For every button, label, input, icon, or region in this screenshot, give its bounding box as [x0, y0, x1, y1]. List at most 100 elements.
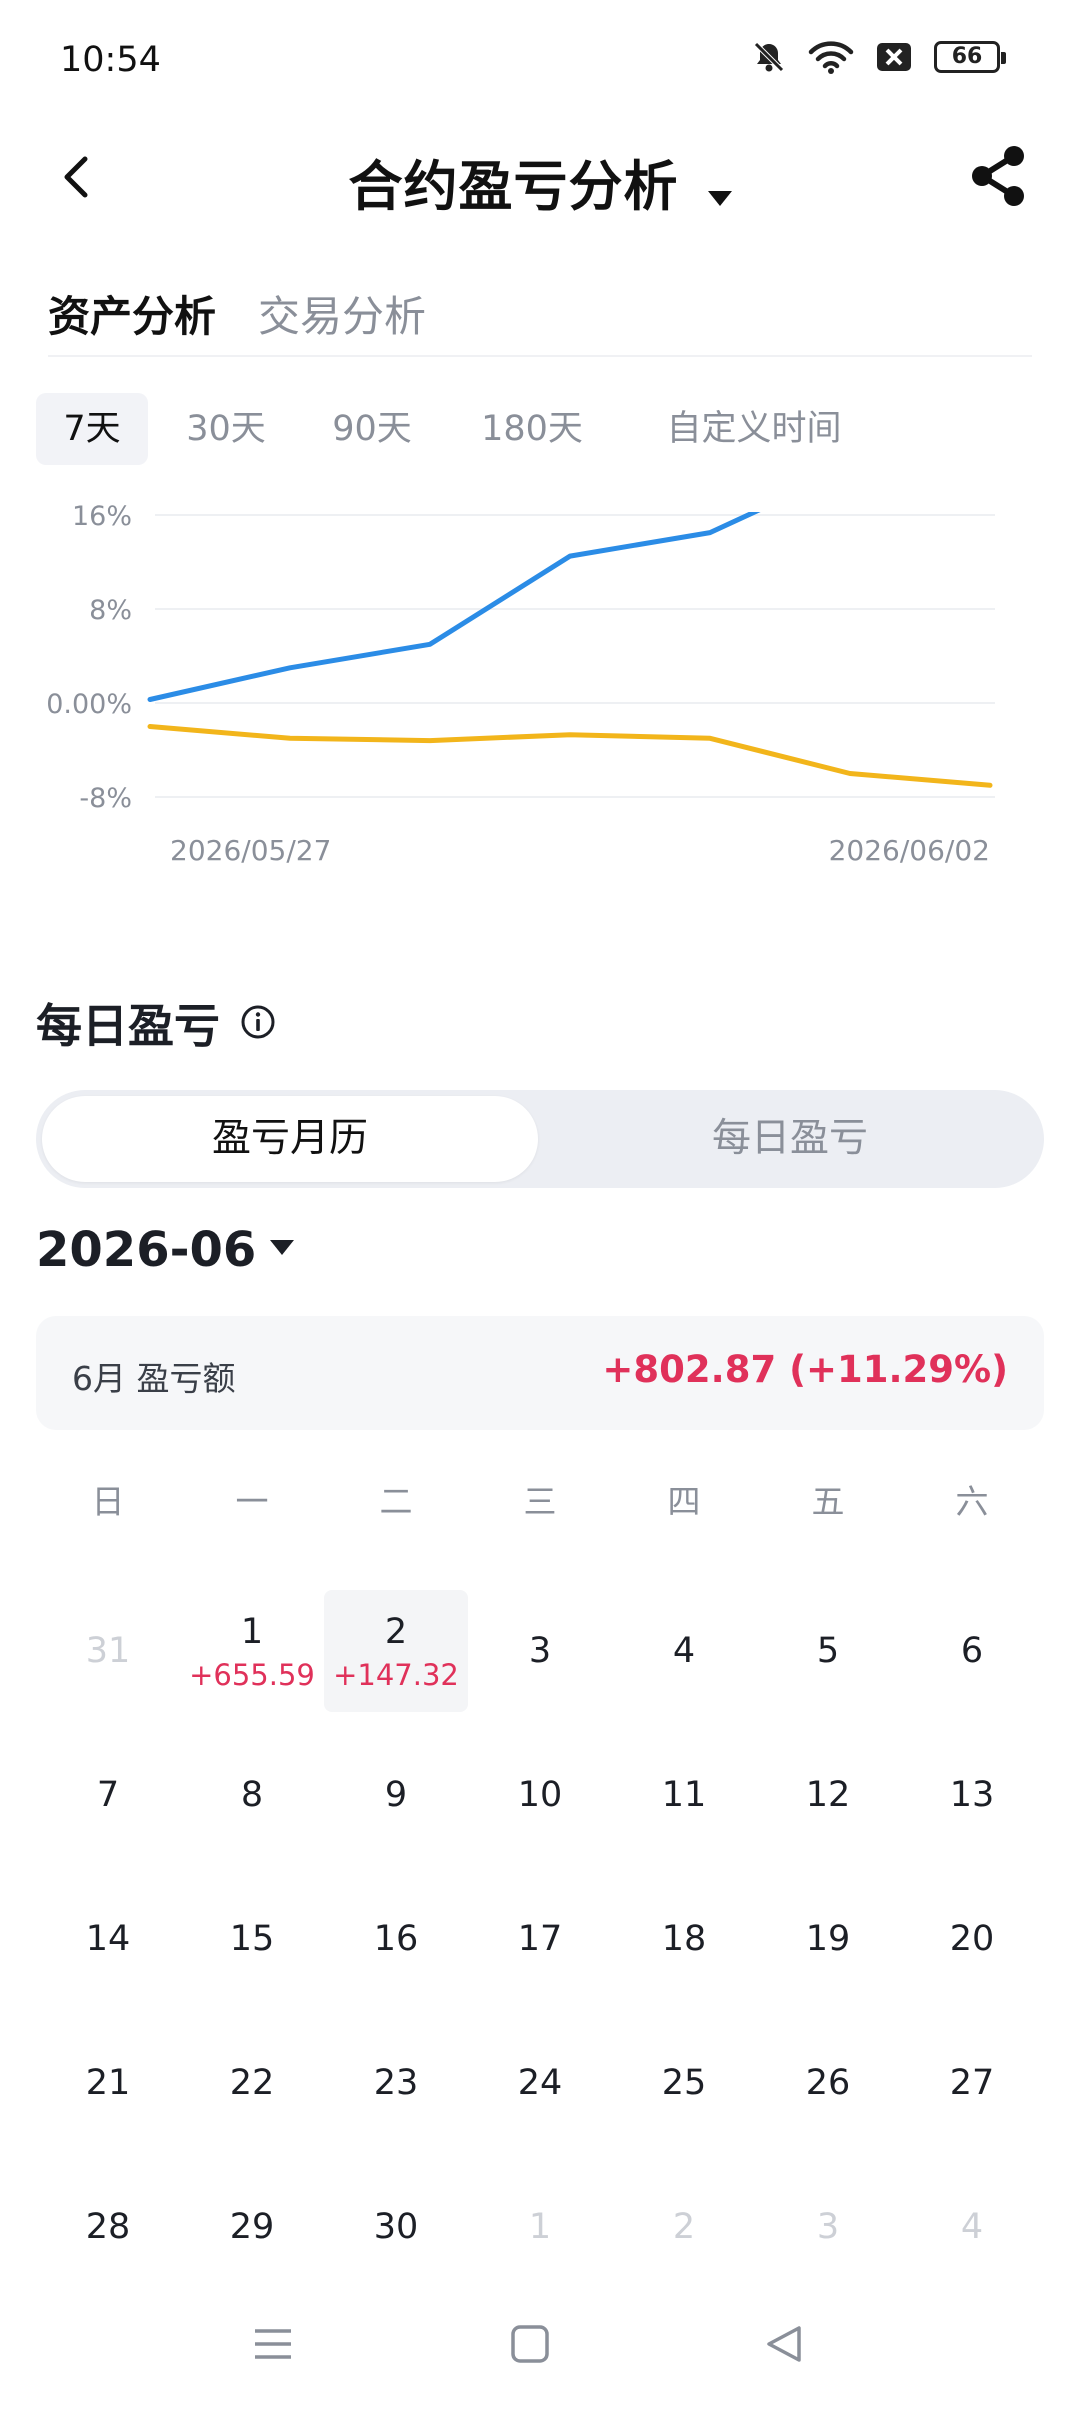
calendar-day[interactable]: 18: [612, 1878, 756, 2000]
period-180d[interactable]: 180天: [462, 393, 602, 465]
weekday-tue: 二: [379, 1482, 413, 1521]
calendar-day[interactable]: 20: [900, 1878, 1044, 2000]
pnl-chart: 16% 8% 0.00% -8% 2026/05/27 2026/06/02: [0, 470, 1080, 910]
calendar-day[interactable]: 11: [612, 1734, 756, 1856]
calendar-day[interactable]: 5: [756, 1590, 900, 1712]
calendar-day[interactable]: 25: [612, 2022, 756, 2144]
series-line-1: [147, 724, 993, 788]
day-number: 7: [96, 1775, 120, 1815]
month-picker[interactable]: 2026-06: [36, 1215, 295, 1285]
back-triangle-icon[interactable]: [754, 2314, 814, 2374]
status-icons: 66: [752, 40, 1006, 74]
wifi-icon: [808, 40, 854, 74]
day-number: 14: [85, 1919, 131, 1959]
x-tick-label: 2026/05/27: [170, 834, 331, 867]
month-summary: 6月 盈亏额 +802.87 (+11.29%): [36, 1316, 1044, 1430]
day-number: 5: [816, 1631, 840, 1671]
info-icon[interactable]: [240, 1004, 276, 1044]
day-number: 9: [384, 1775, 408, 1815]
calendar-day[interactable]: 2 +147.32: [324, 1590, 468, 1712]
weekday-fri: 五: [811, 1482, 845, 1521]
summary-label: 6月 盈亏额: [72, 1359, 236, 1398]
calendar-day[interactable]: 1 +655.59: [180, 1590, 324, 1712]
day-number: 28: [85, 2207, 131, 2247]
day-number: 3: [816, 2207, 840, 2247]
y-tick-label: -8%: [79, 783, 132, 814]
day-number: 1: [528, 2207, 552, 2247]
day-number: 27: [949, 2063, 995, 2103]
day-number: 11: [661, 1775, 707, 1815]
calendar-day[interactable]: 23: [324, 2022, 468, 2144]
calendar-day[interactable]: 7: [36, 1734, 180, 1856]
period-30d[interactable]: 30天: [166, 393, 286, 465]
segment-pnl-calendar[interactable]: 盈亏月历: [42, 1096, 538, 1182]
x-box-icon: [876, 41, 912, 73]
tab-asset-analysis[interactable]: 资产分析: [48, 283, 216, 344]
analysis-tabs: 资产分析 交易分析: [48, 275, 1032, 357]
calendar-day[interactable]: 13: [900, 1734, 1044, 1856]
calendar-day[interactable]: 10: [468, 1734, 612, 1856]
caret-down-icon: [707, 190, 732, 211]
day-number: 25: [661, 2063, 707, 2103]
day-number: 26: [805, 2063, 851, 2103]
day-number: 1: [240, 1612, 264, 1652]
calendar-day[interactable]: 14: [36, 1878, 180, 2000]
y-tick-label: 0.00%: [46, 689, 132, 720]
y-tick-label: 16%: [72, 501, 132, 532]
calendar-day[interactable]: 15: [180, 1878, 324, 2000]
status-time: 10:54: [60, 40, 161, 80]
calendar-day[interactable]: 9: [324, 1734, 468, 1856]
calendar-day[interactable]: 26: [756, 2022, 900, 2144]
share-icon[interactable]: [968, 144, 1028, 208]
day-number: 21: [85, 2063, 131, 2103]
home-square-icon[interactable]: [500, 2314, 560, 2374]
view-segment-control: 盈亏月历 每日盈亏: [36, 1090, 1044, 1188]
calendar-day: 3: [756, 2166, 900, 2288]
period-7d[interactable]: 7天: [36, 393, 148, 465]
calendar-day[interactable]: 21: [36, 2022, 180, 2144]
day-pnl-value: +655.59: [189, 1658, 315, 1692]
caret-down-icon: [270, 1240, 295, 1260]
calendar-day: 2: [612, 2166, 756, 2288]
calendar-day[interactable]: 8: [180, 1734, 324, 1856]
day-number: 22: [229, 2063, 275, 2103]
day-number: 18: [661, 1919, 707, 1959]
day-number: 8: [240, 1775, 264, 1815]
calendar-day[interactable]: 28: [36, 2166, 180, 2288]
weekday-sun: 日: [91, 1482, 125, 1521]
day-number: 3: [528, 1631, 552, 1671]
pnl-chart-svg: 16% 8% 0.00% -8% 2026/05/27 2026/06/02: [46, 501, 995, 867]
day-number: 30: [373, 2207, 419, 2247]
day-number: 2: [672, 2207, 696, 2247]
day-number: 4: [672, 1631, 696, 1671]
calendar-day[interactable]: 29: [180, 2166, 324, 2288]
calendar-day: 1: [468, 2166, 612, 2288]
y-tick-label: 8%: [89, 595, 132, 626]
day-number: 15: [229, 1919, 275, 1959]
calendar-day[interactable]: 19: [756, 1878, 900, 2000]
calendar-day[interactable]: 6: [900, 1590, 1044, 1712]
segment-daily-pnl[interactable]: 每日盈亏: [542, 1096, 1038, 1182]
calendar-day: 4: [900, 2166, 1044, 2288]
title-dropdown[interactable]: 合约盈亏分析: [0, 142, 1080, 221]
calendar-day[interactable]: 27: [900, 2022, 1044, 2144]
period-custom[interactable]: 自定义时间: [634, 393, 874, 465]
calendar-day[interactable]: 12: [756, 1734, 900, 1856]
calendar-day[interactable]: 17: [468, 1878, 612, 2000]
calendar-day[interactable]: 3: [468, 1590, 612, 1712]
menu-icon[interactable]: [243, 2314, 303, 2374]
calendar-day[interactable]: 22: [180, 2022, 324, 2144]
system-nav-bar: [0, 2290, 1080, 2400]
tab-trade-analysis[interactable]: 交易分析: [258, 283, 426, 344]
day-number: 31: [85, 1631, 131, 1671]
weekday-wed: 三: [523, 1482, 557, 1521]
calendar-day[interactable]: 16: [324, 1878, 468, 2000]
calendar-day[interactable]: 30: [324, 2166, 468, 2288]
calendar-day[interactable]: 4: [612, 1590, 756, 1712]
day-number: 12: [805, 1775, 851, 1815]
weekday-header: 日 一 二 三 四 五 六: [36, 1475, 1044, 1535]
period-90d[interactable]: 90天: [312, 393, 432, 465]
weekday-sat: 六: [955, 1482, 989, 1521]
calendar-day[interactable]: 24: [468, 2022, 612, 2144]
day-number: 24: [517, 2063, 563, 2103]
